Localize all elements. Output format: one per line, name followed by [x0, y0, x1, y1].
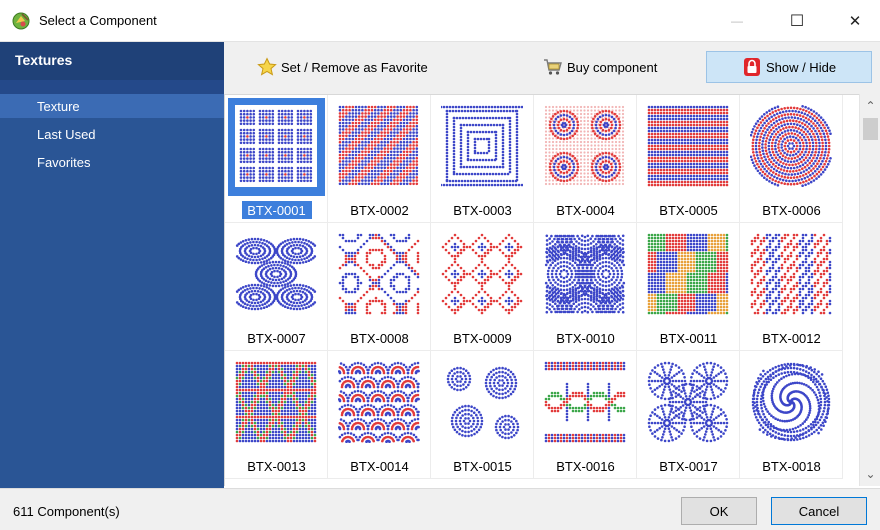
- cart-icon: [544, 59, 562, 75]
- component-label: BTX-0001: [247, 203, 306, 218]
- diagonal-texture-thumbnail: [338, 105, 419, 186]
- show-hide-button[interactable]: Show / Hide: [706, 51, 872, 83]
- buy-component-label: Buy component: [567, 59, 658, 75]
- category-sidebar: Textures Texture Last Used Favorites: [0, 42, 224, 488]
- minimize-button[interactable]: —: [714, 0, 760, 42]
- component-tile-btx-0015[interactable]: BTX-0015: [431, 351, 534, 479]
- triangles-texture-thumbnail: [235, 361, 317, 443]
- component-tile-btx-0010[interactable]: BTX-0010: [534, 223, 637, 351]
- spiral-texture-thumbnail: [751, 362, 831, 442]
- fans-texture-thumbnail: [647, 361, 729, 443]
- ok-button[interactable]: OK: [681, 497, 757, 525]
- hexagons-texture-thumbnail: [647, 233, 729, 315]
- waves-texture-thumbnail: [544, 361, 626, 443]
- sidebar-header: Textures: [0, 42, 224, 80]
- component-tile-btx-0014[interactable]: BTX-0014: [328, 351, 431, 479]
- component-label: BTX-0011: [659, 331, 718, 346]
- window-title: Select a Component: [39, 13, 157, 28]
- squares-texture-thumbnail: [235, 105, 317, 187]
- app-logo-icon: [12, 12, 30, 30]
- close-button[interactable]: ✕: [832, 0, 878, 42]
- component-tile-btx-0006[interactable]: BTX-0006: [740, 95, 843, 223]
- sidebar-item-texture[interactable]: Texture: [0, 94, 224, 118]
- component-label: BTX-0004: [556, 203, 615, 218]
- swirls-texture-thumbnail: [338, 233, 420, 315]
- sidebar-item-label: Favorites: [37, 155, 91, 170]
- component-tile-btx-0004[interactable]: BTX-0004: [534, 95, 637, 223]
- scroll-up-icon[interactable]: ⌃: [860, 96, 880, 116]
- component-label: BTX-0012: [762, 331, 821, 346]
- set-favorite-button[interactable]: Set / Remove as Favorite: [257, 51, 447, 83]
- sidebar-divider: [0, 80, 224, 94]
- component-tile-btx-0002[interactable]: BTX-0002: [328, 95, 431, 223]
- component-tile-btx-0009[interactable]: BTX-0009: [431, 223, 534, 351]
- component-label: BTX-0014: [350, 459, 409, 474]
- buy-component-button[interactable]: Buy component: [543, 51, 673, 83]
- component-count: 611 Component(s): [13, 504, 120, 519]
- component-tile-btx-0016[interactable]: BTX-0016: [534, 351, 637, 479]
- component-tile-btx-0017[interactable]: BTX-0017: [637, 351, 740, 479]
- diamonds-texture-thumbnail: [441, 233, 523, 315]
- component-label: BTX-0008: [350, 331, 409, 346]
- medallions-texture-thumbnail: [544, 105, 625, 186]
- component-label: BTX-0015: [453, 459, 512, 474]
- ovals-texture-thumbnail: [235, 237, 317, 311]
- arcs-texture-thumbnail: [544, 234, 626, 314]
- show-hide-label: Show / Hide: [765, 59, 837, 75]
- maximize-icon: ☐: [789, 13, 805, 30]
- component-label: BTX-0017: [659, 459, 718, 474]
- concentric-texture-thumbnail: [750, 105, 832, 187]
- component-label: BTX-0005: [659, 203, 718, 218]
- sidebar-item-favorites[interactable]: Favorites: [0, 150, 224, 174]
- component-label: BTX-0010: [556, 331, 615, 346]
- maze-texture-thumbnail: [441, 105, 523, 187]
- sidebar-item-label: Texture: [37, 99, 80, 114]
- lock-icon: [743, 58, 760, 76]
- component-tile-btx-0001[interactable]: BTX-0001: [225, 95, 328, 223]
- minimize-icon: —: [731, 14, 743, 28]
- component-tile-btx-0018[interactable]: BTX-0018: [740, 351, 843, 479]
- scales-texture-thumbnail: [338, 361, 420, 443]
- status-bar: 611 Component(s) OK Cancel: [0, 488, 880, 530]
- toolbar: Set / Remove as Favorite Buy component S…: [224, 42, 880, 94]
- scroll-thumb[interactable]: [863, 118, 878, 140]
- component-label: BTX-0003: [453, 203, 512, 218]
- vertical-scrollbar[interactable]: ⌃ ⌄: [859, 94, 880, 486]
- title-bar: Select a Component — ☐ ✕: [0, 0, 880, 42]
- component-label: BTX-0013: [247, 459, 306, 474]
- component-tile-btx-0013[interactable]: BTX-0013: [225, 351, 328, 479]
- sidebar-item-label: Last Used: [37, 127, 96, 142]
- maximize-button[interactable]: ☐: [774, 0, 820, 42]
- component-tile-btx-0005[interactable]: BTX-0005: [637, 95, 740, 223]
- circles-texture-thumbnail: [446, 366, 520, 440]
- close-icon: ✕: [848, 13, 862, 30]
- component-tile-btx-0007[interactable]: BTX-0007: [225, 223, 328, 351]
- component-tile-btx-0003[interactable]: BTX-0003: [431, 95, 534, 223]
- component-grid: BTX-0001 BTX-0002 BTX-0003 BTX-0004 BTX-0005…: [224, 94, 859, 486]
- component-label: BTX-0002: [350, 203, 409, 218]
- component-tile-btx-0012[interactable]: BTX-0012: [740, 223, 843, 351]
- component-label: BTX-0009: [453, 331, 512, 346]
- component-label: BTX-0006: [762, 203, 821, 218]
- component-label: BTX-0016: [556, 459, 615, 474]
- component-label: BTX-0007: [247, 331, 306, 346]
- component-label: BTX-0018: [762, 459, 821, 474]
- set-favorite-label: Set / Remove as Favorite: [281, 59, 428, 75]
- component-tile-btx-0008[interactable]: BTX-0008: [328, 223, 431, 351]
- stripes-texture-thumbnail: [647, 105, 729, 187]
- columns-texture-thumbnail: [750, 233, 832, 315]
- sidebar-item-last-used[interactable]: Last Used: [0, 122, 224, 146]
- component-tile-btx-0011[interactable]: BTX-0011: [637, 223, 740, 351]
- star-icon: [257, 57, 277, 76]
- scroll-down-icon[interactable]: ⌄: [860, 464, 880, 484]
- cancel-button[interactable]: Cancel: [771, 497, 867, 525]
